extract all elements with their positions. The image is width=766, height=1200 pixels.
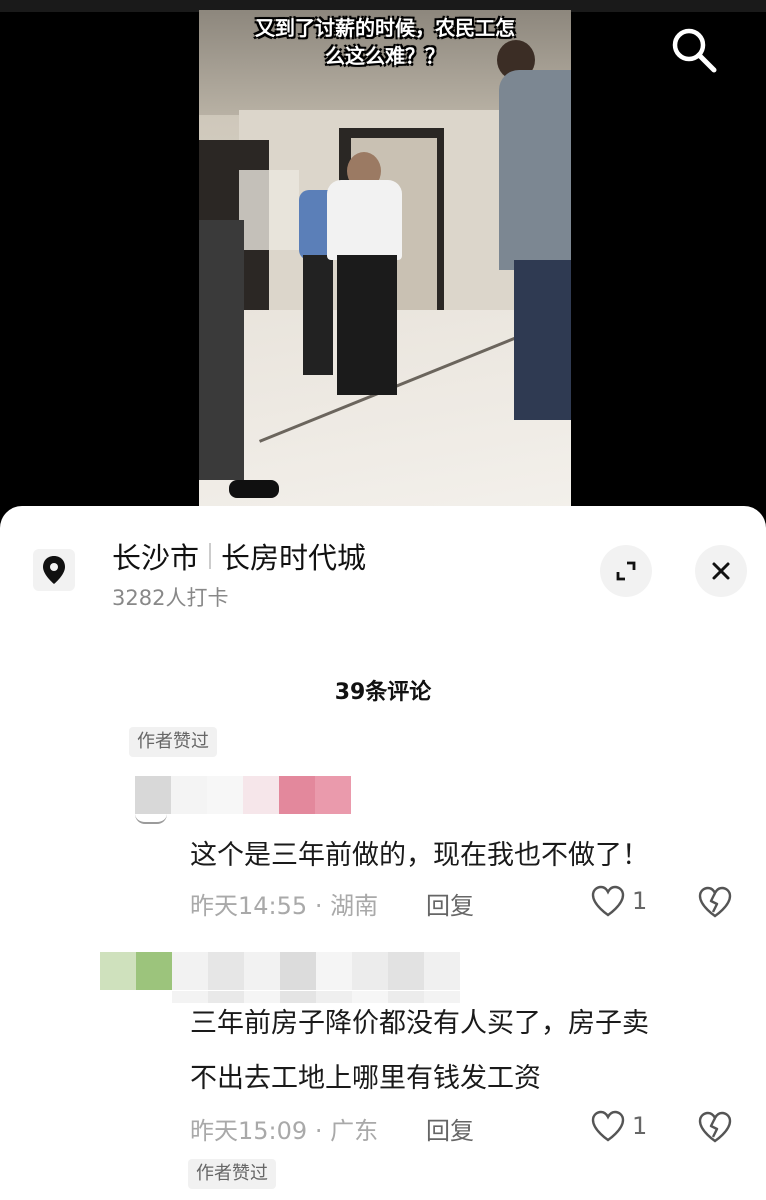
video-poster xyxy=(239,170,299,250)
comment-region: 广东 xyxy=(330,1117,379,1145)
video-person-right-legs xyxy=(514,260,571,420)
video-shoe xyxy=(229,480,279,498)
close-icon xyxy=(712,562,730,580)
like-count: 1 xyxy=(632,1112,648,1140)
comment-region: 湖南 xyxy=(330,892,379,920)
search-button[interactable] xyxy=(668,24,720,76)
video-person-legs xyxy=(337,255,397,395)
meta-dot: · xyxy=(314,892,331,920)
reply-button[interactable]: 回复 xyxy=(426,886,474,921)
search-icon xyxy=(672,28,717,73)
like-button[interactable]: 1 xyxy=(590,1109,647,1143)
comment-count: 39条评论 xyxy=(334,680,432,705)
video-person-police-legs xyxy=(303,255,333,375)
video-person-left xyxy=(199,220,244,480)
location-place: 长房时代城 xyxy=(221,541,367,575)
video-player[interactable] xyxy=(199,10,571,508)
meta-dot: · xyxy=(314,1117,331,1145)
heart-outline-icon xyxy=(591,885,625,917)
comment-time: 昨天14:55 xyxy=(190,892,308,920)
location-separator xyxy=(209,543,212,569)
broken-heart-icon xyxy=(698,886,732,918)
location-pin-box[interactable] xyxy=(33,549,75,591)
comment-text: 这个是三年前做的，现在我也不做了！ xyxy=(190,840,649,871)
author-liked-tag: 作者赞过 xyxy=(188,1159,276,1189)
comment-meta: 昨天14:55 · 湖南 xyxy=(190,886,378,921)
dislike-button[interactable] xyxy=(696,884,734,922)
location-city: 长沙市 xyxy=(112,541,200,575)
close-button[interactable] xyxy=(695,545,747,597)
location-title[interactable]: 长沙市 长房时代城 xyxy=(112,536,366,576)
video-person-white-shirt xyxy=(327,180,402,260)
comment-time: 昨天15:09 xyxy=(190,1117,308,1145)
like-button[interactable]: 1 xyxy=(590,884,647,918)
location-pin-icon xyxy=(43,556,65,584)
like-count: 1 xyxy=(632,887,648,915)
blurred-username xyxy=(135,776,351,814)
expand-icon xyxy=(616,561,636,581)
dislike-button[interactable] xyxy=(696,1109,734,1147)
broken-heart-icon xyxy=(698,1111,732,1143)
blurred-username xyxy=(100,952,460,990)
checkin-count: 3282人打卡 xyxy=(112,586,229,610)
video-person-right xyxy=(499,70,571,270)
avatar[interactable] xyxy=(135,814,167,824)
expand-button[interactable] xyxy=(600,545,652,597)
author-liked-tag: 作者赞过 xyxy=(129,727,217,757)
reply-button[interactable]: 回复 xyxy=(426,1111,474,1146)
comment-text: 三年前房子降价都没有人买了，房子卖 不出去工地上哪里有钱发工资 xyxy=(190,1008,649,1094)
comment-meta: 昨天15:09 · 广东 xyxy=(190,1111,378,1146)
heart-outline-icon xyxy=(591,1110,625,1142)
video-subtitle: 又到了讨薪的时候，农民工怎 么这么难？？ xyxy=(255,16,515,68)
